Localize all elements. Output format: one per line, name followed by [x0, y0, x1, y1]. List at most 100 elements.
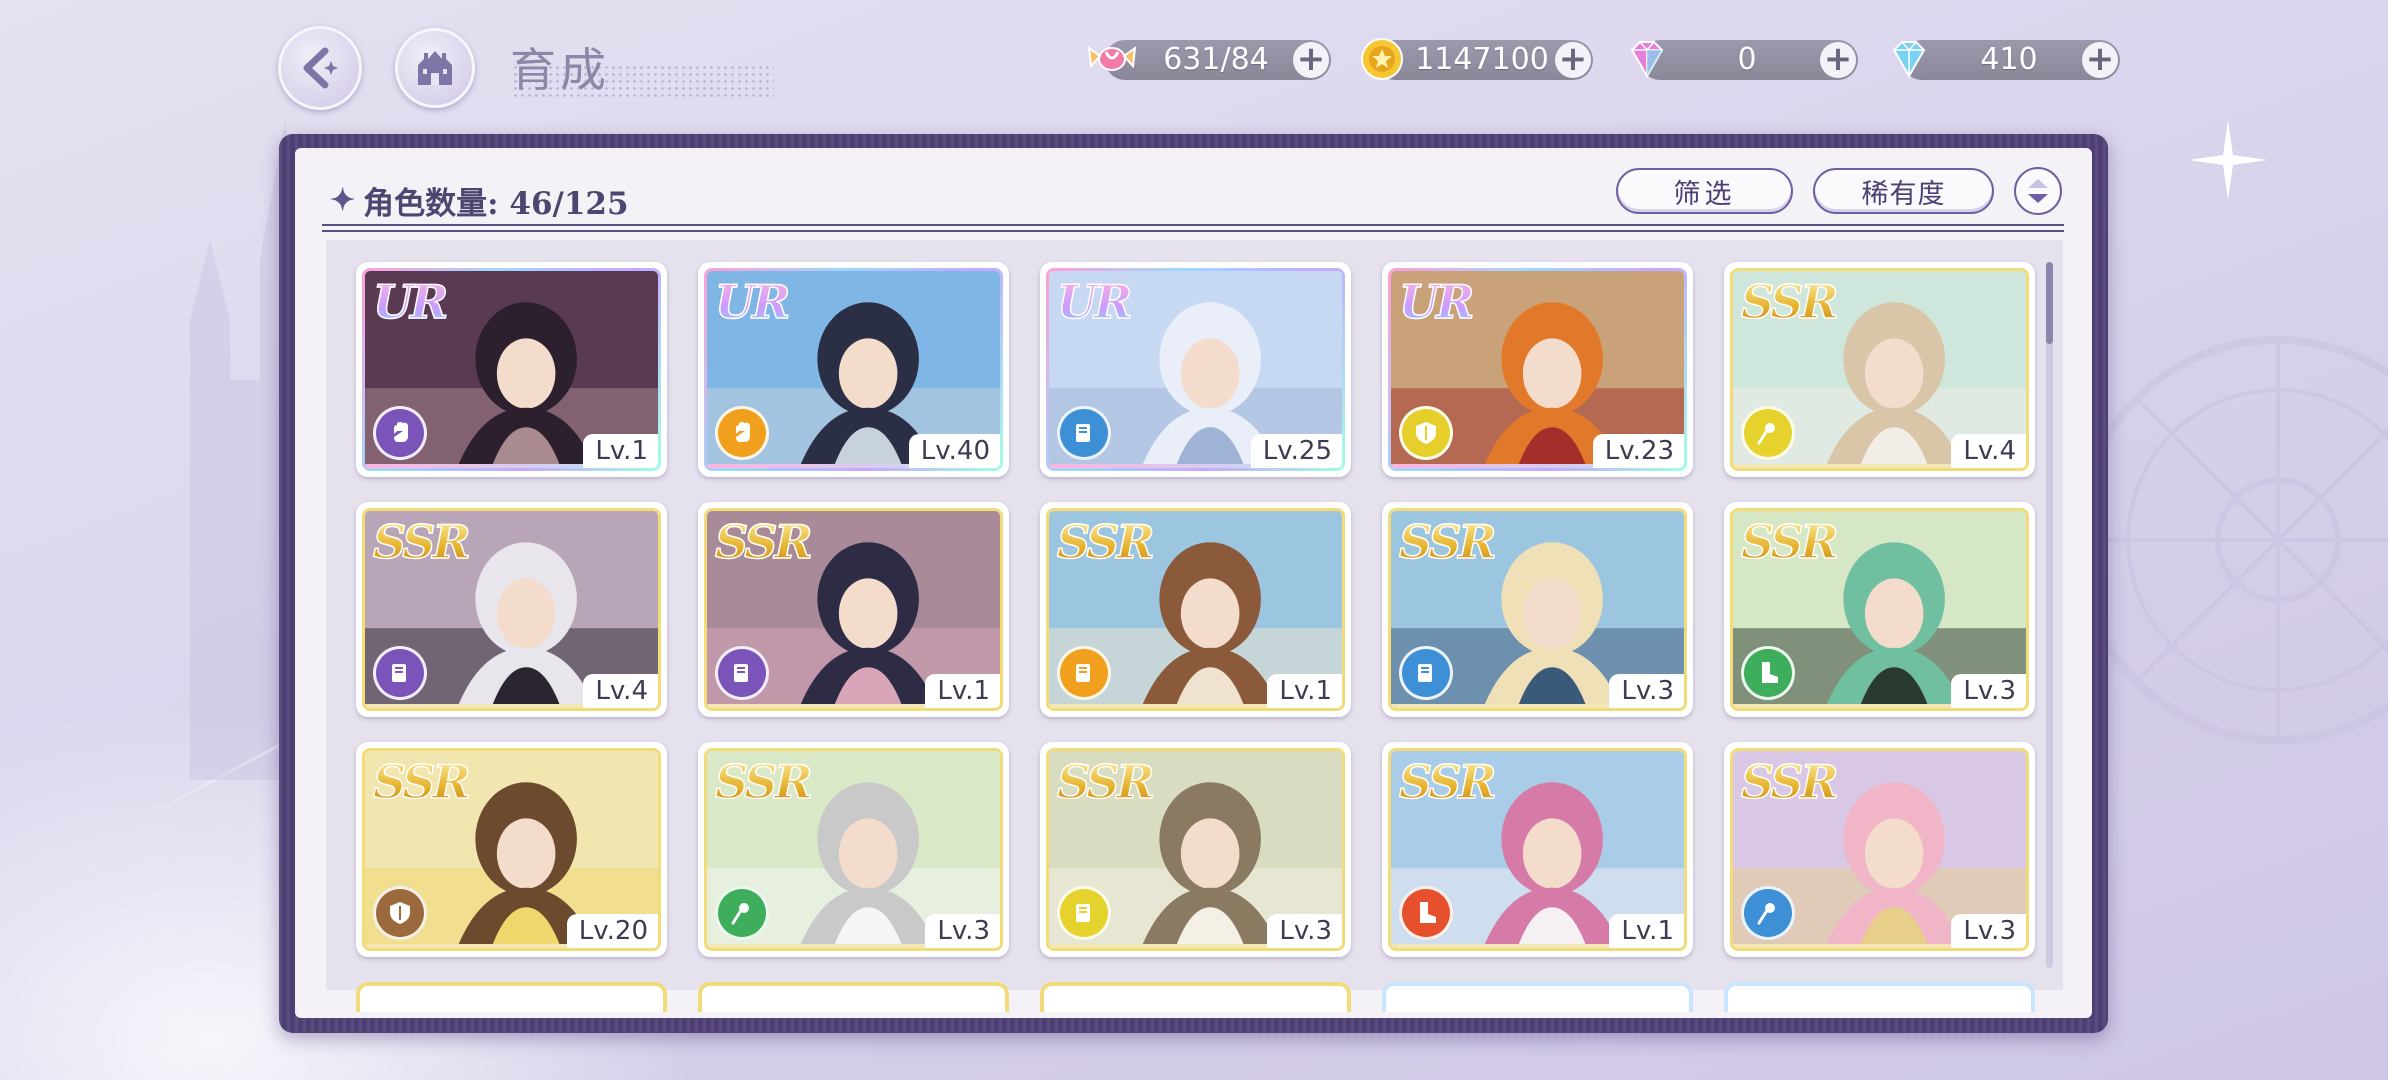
rarity-badge: SSR: [1740, 274, 1839, 330]
character-card[interactable]: UR Lv.25: [1040, 262, 1351, 477]
book-class-icon: [1057, 646, 1111, 700]
sparkle-decoration: [2188, 120, 2268, 200]
rarity-badge: SSR: [1056, 754, 1155, 810]
level-label: Lv.3: [1951, 674, 2026, 708]
character-card[interactable]: SSR Lv.3: [1724, 502, 2035, 717]
candy-icon: [1087, 45, 1137, 71]
fist-class-icon: [373, 406, 427, 460]
level-label: Lv.3: [1609, 674, 1684, 708]
level-label: Lv.3: [1951, 914, 2026, 948]
rarity-badge: SSR: [1398, 754, 1497, 810]
coin-icon: [1361, 38, 1403, 80]
currency-gold: 1147100 +: [1361, 38, 1593, 80]
add-candy-button[interactable]: +: [1293, 42, 1329, 78]
character-card[interactable]: SSR Lv.3: [1382, 502, 1693, 717]
rarity-badge: SSR: [714, 514, 813, 570]
card-frame: UR Lv.25: [1046, 268, 1345, 471]
level-label: Lv.1: [583, 434, 658, 468]
add-pink-diamond-button[interactable]: +: [1820, 42, 1856, 78]
card-frame: SSR Lv.1: [1046, 508, 1345, 711]
rarity-badge: UR: [1398, 274, 1475, 330]
character-card[interactable]: UR Lv.23: [1382, 262, 1693, 477]
back-arrow-icon: [303, 47, 338, 89]
character-card[interactable]: UR Lv.1: [356, 262, 667, 477]
four-point-star-icon: ✦: [330, 183, 356, 218]
currency-candy: 631/84 +: [1087, 40, 1331, 80]
character-card-partial[interactable]: [1724, 982, 2035, 1012]
character-card-partial[interactable]: [698, 982, 1009, 1012]
level-label: Lv.3: [925, 914, 1000, 948]
wand-class-icon: [1741, 886, 1795, 940]
rarity-badge: SSR: [372, 754, 471, 810]
card-frame: SSR Lv.3: [704, 748, 1003, 951]
card-frame: SSR Lv.3: [1046, 748, 1345, 951]
castle-home-icon: [418, 51, 452, 85]
character-card[interactable]: SSR Lv.3: [1724, 742, 2035, 957]
level-label: Lv.3: [1267, 914, 1342, 948]
shield-class-icon: [1399, 406, 1453, 460]
rarity-badge: SSR: [1740, 754, 1839, 810]
card-frame: UR Lv.1: [362, 268, 661, 471]
add-gold-button[interactable]: +: [1555, 42, 1591, 78]
character-card[interactable]: SSR Lv.1: [1040, 502, 1351, 717]
page-title: 育成: [510, 43, 610, 97]
level-label: Lv.1: [925, 674, 1000, 708]
gold-value: 1147100: [1415, 42, 1549, 77]
level-label: Lv.4: [583, 674, 658, 708]
home-button[interactable]: [395, 28, 475, 108]
character-card[interactable]: SSR Lv.1: [698, 502, 1009, 717]
blue-diamond-value: 410: [1980, 42, 2038, 77]
rarity-badge: UR: [714, 274, 791, 330]
character-card[interactable]: UR Lv.40: [698, 262, 1009, 477]
currency-blue-diamond: 410 +: [1892, 40, 2120, 80]
character-card-partial[interactable]: [1040, 982, 1351, 1012]
filter-button[interactable]: 筛选: [1616, 168, 1793, 214]
character-card[interactable]: SSR Lv.20: [356, 742, 667, 957]
card-frame: SSR Lv.4: [1730, 268, 2029, 471]
fist-class-icon: [715, 406, 769, 460]
book-class-icon: [1057, 406, 1111, 460]
card-frame: UR Lv.23: [1388, 268, 1687, 471]
grid-scrollbar[interactable]: [2046, 262, 2053, 968]
character-card[interactable]: SSR Lv.3: [1040, 742, 1351, 957]
back-button[interactable]: [278, 26, 362, 110]
sort-order-button[interactable]: [2014, 167, 2062, 215]
character-card[interactable]: SSR Lv.1: [1382, 742, 1693, 957]
level-label: Lv.25: [1250, 434, 1342, 468]
character-count: ✦ 角色数量: 46/125: [330, 178, 629, 223]
header-divider: [322, 224, 2064, 232]
rarity-badge: SSR: [714, 754, 813, 810]
card-frame: SSR Lv.3: [1730, 748, 2029, 951]
character-card[interactable]: SSR Lv.4: [1724, 262, 2035, 477]
character-card-partial[interactable]: [1382, 982, 1693, 1012]
level-label: Lv.40: [908, 434, 1000, 468]
card-frame: SSR Lv.3: [1730, 508, 2029, 711]
rarity-badge: SSR: [1398, 514, 1497, 570]
card-frame: UR Lv.40: [704, 268, 1003, 471]
card-frame: SSR Lv.3: [1388, 508, 1687, 711]
rarity-badge: SSR: [1740, 514, 1839, 570]
currency-pink-diamond: 0 +: [1630, 40, 1858, 80]
book-class-icon: [715, 646, 769, 700]
level-label: Lv.23: [1592, 434, 1684, 468]
character-card[interactable]: SSR Lv.3: [698, 742, 1009, 957]
rarity-sort-button[interactable]: 稀有度: [1813, 168, 1994, 214]
add-blue-diamond-button[interactable]: +: [2082, 42, 2118, 78]
card-frame: SSR Lv.20: [362, 748, 661, 951]
shield-class-icon: [373, 886, 427, 940]
character-card-partial[interactable]: [356, 982, 667, 1012]
rarity-badge: SSR: [372, 514, 471, 570]
sort-order-icon: [2028, 179, 2048, 203]
character-card[interactable]: SSR Lv.4: [356, 502, 667, 717]
scrollbar-thumb[interactable]: [2046, 262, 2053, 344]
card-frame: SSR Lv.1: [704, 508, 1003, 711]
level-label: Lv.4: [1951, 434, 2026, 468]
rarity-badge: SSR: [1056, 514, 1155, 570]
rarity-badge: UR: [1056, 274, 1133, 330]
book-class-icon: [1399, 646, 1453, 700]
level-label: Lv.20: [566, 914, 658, 948]
rarity-badge: UR: [372, 274, 449, 330]
card-frame: SSR Lv.4: [362, 508, 661, 711]
pink-diamond-icon: [1630, 41, 1664, 79]
boot-class-icon: [1741, 646, 1795, 700]
